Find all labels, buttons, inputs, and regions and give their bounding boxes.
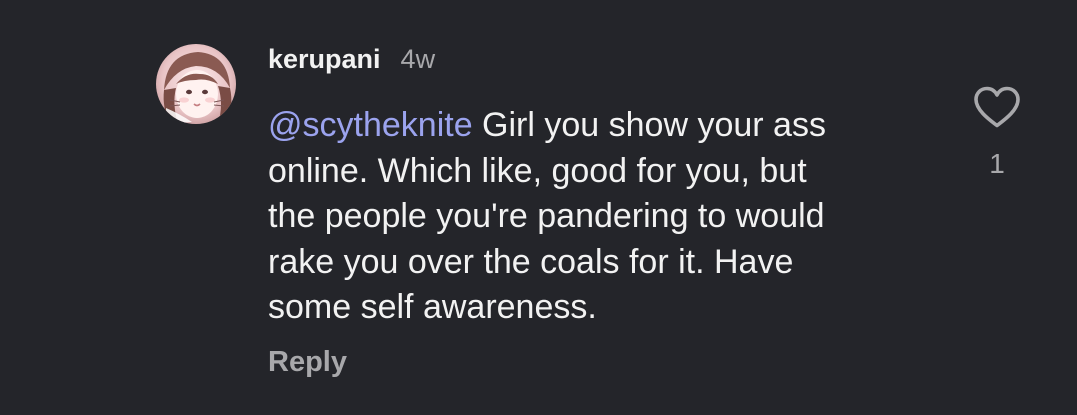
comment-header: kerupani 4w: [268, 44, 435, 80]
comment-text-line: some self awareness.: [268, 288, 597, 326]
heart-outline-icon: [974, 86, 1020, 128]
comment-text-line: @scytheknite Girl you show your ass: [268, 103, 918, 149]
comment-text: @scytheknite Girl you show your ass onli…: [268, 103, 918, 331]
like-count: 1: [989, 148, 1005, 179]
like-button[interactable]: [972, 84, 1022, 130]
timestamp: 4w: [400, 44, 436, 74]
comment-text-line: rake you over the coals for it. Have: [268, 242, 794, 281]
comment-text-line: online. Which like, good for you, but: [268, 151, 807, 190]
avatar[interactable]: [156, 44, 236, 124]
username[interactable]: kerupani: [268, 44, 381, 75]
comment-text-segment: Girl you show your ass: [472, 106, 826, 144]
reply-button[interactable]: Reply: [268, 346, 347, 379]
comment: kerupani 4w @scytheknite Girl you show y…: [0, 0, 1077, 415]
user-avatar-photo-icon: [156, 44, 236, 124]
mention-link[interactable]: @scytheknite: [268, 106, 473, 144]
comment-text-line: the people you're pandering to would: [268, 197, 825, 235]
